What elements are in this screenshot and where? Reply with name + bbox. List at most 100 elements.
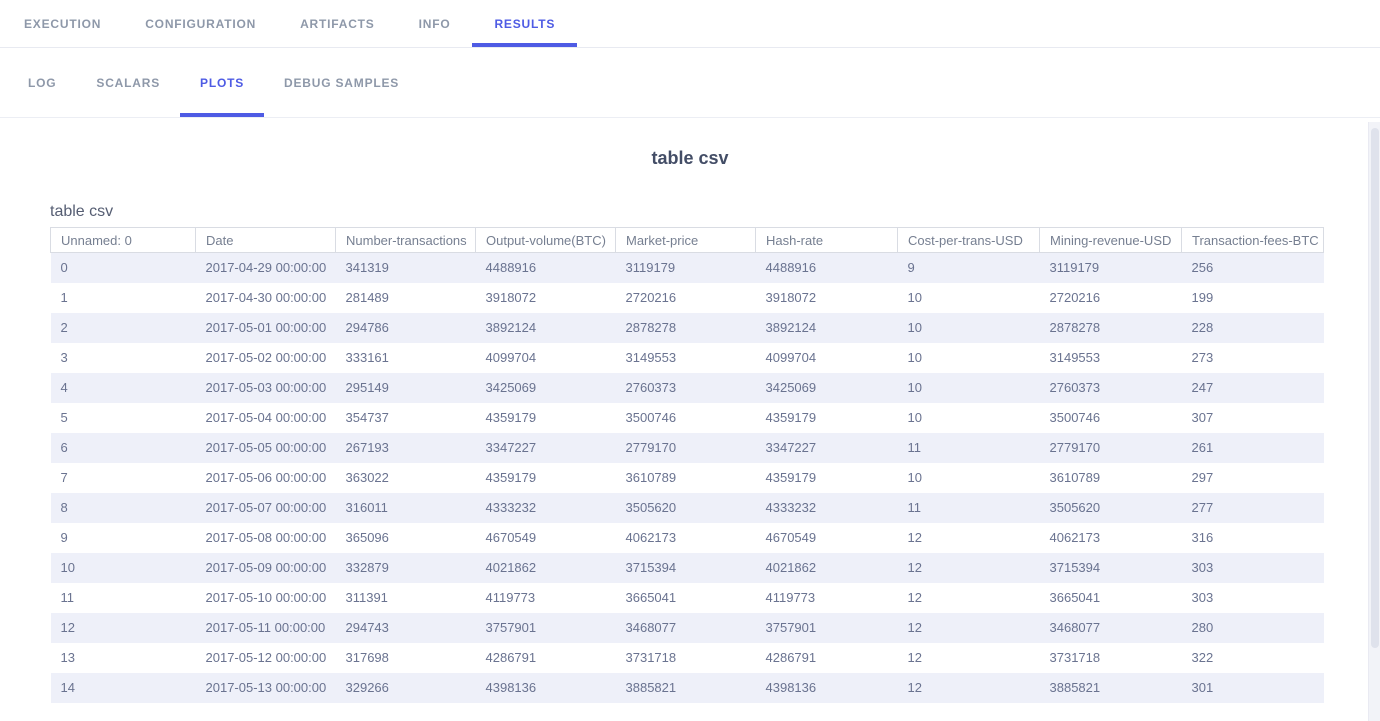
table-cell: 3468077 (616, 613, 756, 643)
table-row: 52017-05-04 00:00:0035473743591793500746… (51, 403, 1324, 433)
table-cell: 199 (1182, 283, 1324, 313)
table-row: 42017-05-03 00:00:0029514934250692760373… (51, 373, 1324, 403)
table-cell: 2017-05-03 00:00:00 (196, 373, 336, 403)
table-cell: 3885821 (616, 673, 756, 703)
subtab-log[interactable]: LOG (8, 48, 76, 117)
table-cell: 316011 (336, 493, 476, 523)
table-cell: 2017-05-10 00:00:00 (196, 583, 336, 613)
table-cell: 317698 (336, 643, 476, 673)
table-cell: 2720216 (1040, 283, 1182, 313)
table-cell: 322 (1182, 643, 1324, 673)
table-cell: 4333232 (476, 493, 616, 523)
table-cell: 4062173 (616, 523, 756, 553)
table-cell: 247 (1182, 373, 1324, 403)
subtab-debug-samples[interactable]: DEBUG SAMPLES (264, 48, 419, 117)
scrollbar-thumb[interactable] (1371, 128, 1379, 648)
table-cell: 297 (1182, 463, 1324, 493)
table-cell: 4670549 (476, 523, 616, 553)
table-cell: 3757901 (476, 613, 616, 643)
column-header: Market-price (616, 228, 756, 253)
table-cell: 365096 (336, 523, 476, 553)
table-row: 122017-05-11 00:00:002947433757901346807… (51, 613, 1324, 643)
table-cell: 2017-04-30 00:00:00 (196, 283, 336, 313)
table-row: 102017-05-09 00:00:003328794021862371539… (51, 553, 1324, 583)
table-cell: 3918072 (476, 283, 616, 313)
tab-configuration[interactable]: CONFIGURATION (123, 0, 278, 47)
table-cell: 3715394 (616, 553, 756, 583)
table-cell: 8 (51, 493, 196, 523)
table-row: 82017-05-07 00:00:0031601143332323505620… (51, 493, 1324, 523)
table-cell: 3885821 (1040, 673, 1182, 703)
table-cell: 3757901 (756, 613, 898, 643)
table-cell: 3119179 (616, 253, 756, 283)
results-tab-bar: LOGSCALARSPLOTSDEBUG SAMPLES (0, 48, 1380, 118)
tab-artifacts[interactable]: ARTIFACTS (278, 0, 397, 47)
table-row: 132017-05-12 00:00:003176984286791373171… (51, 643, 1324, 673)
tab-results[interactable]: RESULTS (472, 0, 577, 47)
table-cell: 6 (51, 433, 196, 463)
table-cell: 4021862 (756, 553, 898, 583)
table-cell: 11 (51, 583, 196, 613)
table-cell: 2 (51, 313, 196, 343)
column-header: Transaction-fees-BTC (1182, 228, 1324, 253)
table-cell: 2017-05-01 00:00:00 (196, 313, 336, 343)
table-cell: 13 (51, 643, 196, 673)
vertical-scrollbar[interactable] (1368, 122, 1380, 721)
table-cell: 11 (898, 493, 1040, 523)
subtab-scalars[interactable]: SCALARS (76, 48, 180, 117)
table-cell: 1 (51, 283, 196, 313)
column-header: Unnamed: 0 (51, 228, 196, 253)
table-cell: 4359179 (756, 463, 898, 493)
table-cell: 4099704 (476, 343, 616, 373)
table-cell: 2878278 (1040, 313, 1182, 343)
table-cell: 4099704 (756, 343, 898, 373)
table-cell: 2017-05-05 00:00:00 (196, 433, 336, 463)
table-cell: 3892124 (476, 313, 616, 343)
table-cell: 10 (898, 313, 1040, 343)
table-cell: 2017-05-12 00:00:00 (196, 643, 336, 673)
table-cell: 333161 (336, 343, 476, 373)
table-cell: 10 (898, 463, 1040, 493)
table-cell: 10 (898, 403, 1040, 433)
table-row: 62017-05-05 00:00:0026719333472272779170… (51, 433, 1324, 463)
table-cell: 2017-05-09 00:00:00 (196, 553, 336, 583)
table-cell: 12 (898, 643, 1040, 673)
table-cell: 2878278 (616, 313, 756, 343)
table-cell: 10 (898, 283, 1040, 313)
table-cell: 3610789 (1040, 463, 1182, 493)
column-header: Hash-rate (756, 228, 898, 253)
table-row: 92017-05-08 00:00:0036509646705494062173… (51, 523, 1324, 553)
table-cell: 228 (1182, 313, 1324, 343)
table-cell: 3347227 (756, 433, 898, 463)
table-cell: 3731718 (616, 643, 756, 673)
table-cell: 3892124 (756, 313, 898, 343)
table-cell: 2017-05-08 00:00:00 (196, 523, 336, 553)
table-cell: 307 (1182, 403, 1324, 433)
table-cell: 11 (898, 433, 1040, 463)
table-cell: 4 (51, 373, 196, 403)
table-cell: 303 (1182, 583, 1324, 613)
table-cell: 2017-05-13 00:00:00 (196, 673, 336, 703)
table-cell: 3119179 (1040, 253, 1182, 283)
table-cell: 295149 (336, 373, 476, 403)
table-cell: 316 (1182, 523, 1324, 553)
table-cell: 311391 (336, 583, 476, 613)
table-cell: 4359179 (756, 403, 898, 433)
subtab-plots[interactable]: PLOTS (180, 48, 264, 117)
column-header: Output-volume(BTC) (476, 228, 616, 253)
tab-info[interactable]: INFO (397, 0, 473, 47)
table-cell: 3347227 (476, 433, 616, 463)
csv-table: Unnamed: 0DateNumber-transactionsOutput-… (50, 227, 1324, 703)
plot-title: table csv (0, 118, 1380, 169)
table-cell: 3918072 (756, 283, 898, 313)
table-cell: 4119773 (756, 583, 898, 613)
table-cell: 301 (1182, 673, 1324, 703)
table-cell: 2017-05-04 00:00:00 (196, 403, 336, 433)
table-cell: 3610789 (616, 463, 756, 493)
table-cell: 363022 (336, 463, 476, 493)
table-cell: 12 (898, 583, 1040, 613)
tab-execution[interactable]: EXECUTION (2, 0, 123, 47)
table-cell: 3500746 (1040, 403, 1182, 433)
table-cell: 256 (1182, 253, 1324, 283)
table-cell: 267193 (336, 433, 476, 463)
